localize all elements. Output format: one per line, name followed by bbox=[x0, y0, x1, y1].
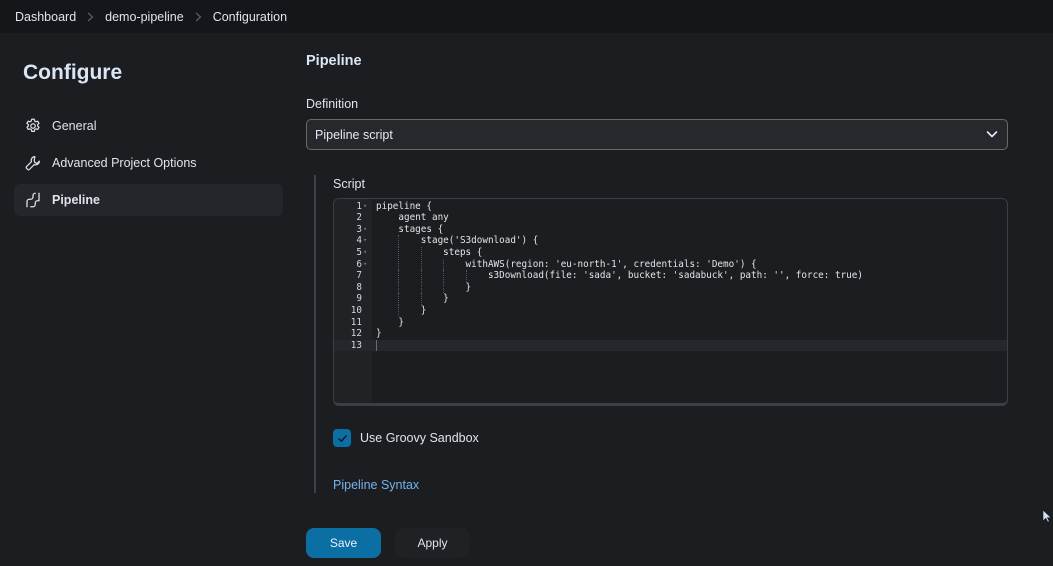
line-number: 13 bbox=[350, 339, 362, 351]
line-number: 5 bbox=[356, 246, 362, 258]
gear-icon bbox=[24, 117, 42, 135]
sidebar-item-general[interactable]: General bbox=[14, 110, 283, 142]
wrench-icon bbox=[24, 154, 42, 172]
code-line[interactable]: 4 ▾ stage('S3download') { bbox=[334, 235, 1007, 247]
chevron-right-icon bbox=[195, 12, 202, 22]
code-text: stage('S3download') { bbox=[376, 235, 539, 247]
code-text: s3Download(file: 'sada', bucket: 'sadabu… bbox=[376, 270, 863, 282]
sidebar-title: Configure bbox=[23, 61, 123, 84]
code-line[interactable]: 8 } bbox=[334, 281, 1007, 294]
indent-guide bbox=[420, 281, 422, 294]
indent-guide bbox=[443, 258, 445, 271]
definition-select[interactable]: Pipeline script bbox=[306, 119, 1008, 150]
breadcrumb-dashboard[interactable]: Dashboard bbox=[15, 10, 76, 24]
code-line[interactable]: 10 } bbox=[334, 304, 1007, 317]
groovy-sandbox-toggle[interactable]: Use Groovy Sandbox bbox=[333, 429, 479, 447]
definition-selected-value: Pipeline script bbox=[315, 127, 393, 142]
code-text: withAWS(region: 'eu-north-1', credential… bbox=[376, 258, 757, 270]
indent-guide bbox=[398, 235, 400, 247]
line-number: 8 bbox=[356, 281, 362, 293]
pipeline-syntax-link[interactable]: Pipeline Syntax bbox=[333, 478, 419, 492]
line-number: 6 bbox=[356, 258, 362, 270]
indent-guide bbox=[398, 281, 400, 294]
pipeline-icon bbox=[24, 191, 42, 209]
line-number: 3 bbox=[356, 223, 362, 235]
line-number: 11 bbox=[350, 316, 362, 328]
code-line[interactable]: 13 bbox=[334, 339, 1007, 352]
code-text: } bbox=[376, 304, 427, 316]
indent-guide bbox=[465, 270, 467, 282]
indent-guide bbox=[420, 258, 422, 271]
fold-arrow-icon[interactable]: ▾ bbox=[363, 235, 367, 247]
chevron-down-icon bbox=[986, 131, 998, 138]
indent-guide bbox=[443, 281, 445, 294]
code-line[interactable]: 6 ▾ withAWS(region: 'eu-north-1', credent… bbox=[334, 258, 1007, 271]
groovy-sandbox-checkbox[interactable] bbox=[333, 429, 351, 447]
sidebar-item-advanced-project-options[interactable]: Advanced Project Options bbox=[14, 147, 283, 179]
indent-guide bbox=[443, 270, 445, 282]
indent-guide bbox=[398, 246, 400, 259]
breadcrumb-configuration[interactable]: Configuration bbox=[213, 10, 287, 24]
sidebar-item-pipeline[interactable]: Pipeline bbox=[14, 184, 283, 216]
fold-arrow-icon[interactable]: ▾ bbox=[363, 247, 367, 259]
line-number: 1 bbox=[356, 200, 362, 212]
breadcrumb: Dashboard demo-pipeline Configuration bbox=[0, 0, 1053, 33]
line-number: 7 bbox=[356, 270, 362, 282]
code-text: } bbox=[376, 281, 472, 293]
indent-guide bbox=[398, 270, 400, 282]
chevron-right-icon bbox=[87, 12, 94, 22]
line-number: 9 bbox=[356, 293, 362, 305]
code-line[interactable]: 3 ▾ stages { bbox=[334, 224, 1007, 236]
code-line[interactable]: 5 ▾ steps { bbox=[334, 246, 1007, 259]
code-text: pipeline { bbox=[376, 200, 432, 212]
code-text: } bbox=[376, 328, 382, 340]
code-line[interactable]: 1 ▾ pipeline { bbox=[334, 201, 1007, 213]
code-text: agent any bbox=[376, 212, 449, 224]
line-number: 2 bbox=[356, 212, 362, 224]
sidebar-item-label: General bbox=[52, 119, 97, 133]
sidebar-item-label: Advanced Project Options bbox=[52, 156, 197, 170]
text-cursor bbox=[376, 340, 377, 352]
code-line[interactable]: 7 s3Download(file: 'sada', bucket: 'sada… bbox=[334, 270, 1007, 282]
code-text: } bbox=[376, 293, 449, 305]
indent-guide bbox=[398, 293, 400, 305]
fold-arrow-icon[interactable]: ▾ bbox=[363, 201, 367, 213]
code-text: } bbox=[376, 316, 404, 328]
indent-guide bbox=[420, 270, 422, 282]
apply-button[interactable]: Apply bbox=[395, 528, 470, 558]
nested-section-border bbox=[314, 175, 316, 493]
sidebar-item-label: Pipeline bbox=[52, 193, 100, 207]
indent-guide bbox=[398, 258, 400, 271]
line-number: 4 bbox=[356, 235, 362, 247]
checkmark-icon bbox=[337, 434, 347, 442]
mouse-pointer-icon bbox=[1042, 509, 1052, 523]
code-line[interactable]: 2 agent any bbox=[334, 212, 1007, 224]
code-text: stages { bbox=[376, 223, 444, 235]
code-text: steps { bbox=[376, 246, 483, 258]
script-editor[interactable]: 1 ▾ pipeline {2 agent any 3 ▾ stages {4 ▾ sta… bbox=[333, 198, 1008, 406]
code-line[interactable]: 9 } bbox=[334, 293, 1007, 305]
section-title: Pipeline bbox=[306, 53, 362, 69]
indent-guide bbox=[420, 293, 422, 305]
fold-arrow-icon[interactable]: ▾ bbox=[363, 259, 367, 271]
line-number: 12 bbox=[350, 328, 362, 340]
definition-label: Definition bbox=[306, 97, 359, 111]
breadcrumb-demo-pipeline[interactable]: demo-pipeline bbox=[105, 10, 184, 24]
code-line[interactable]: 12} bbox=[334, 328, 1007, 340]
code-line[interactable]: 11 } bbox=[334, 317, 1007, 329]
indent-guide bbox=[398, 304, 400, 317]
groovy-sandbox-label: Use Groovy Sandbox bbox=[360, 431, 479, 445]
fold-arrow-icon[interactable]: ▾ bbox=[363, 224, 367, 236]
line-number: 10 bbox=[350, 304, 362, 316]
indent-guide bbox=[420, 246, 422, 259]
save-button[interactable]: Save bbox=[306, 528, 381, 558]
script-label: Script bbox=[333, 177, 365, 191]
